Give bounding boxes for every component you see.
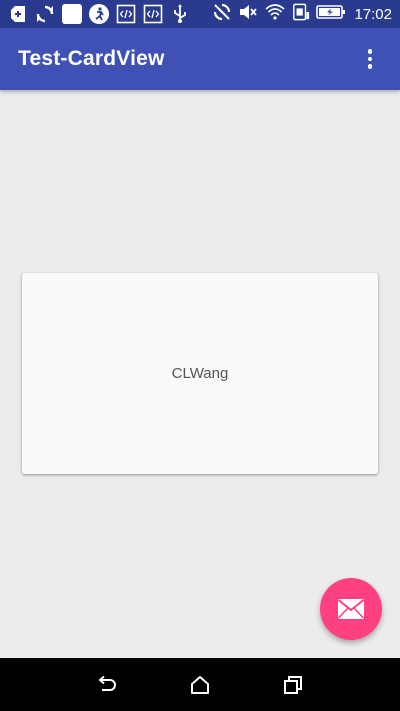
email-fab-button[interactable] [320,578,382,640]
home-button[interactable] [180,665,220,705]
recents-button[interactable] [273,665,313,705]
wifi-icon [264,2,286,27]
app-title: Test-CardView [18,47,165,70]
card-text: CLWang [171,365,229,382]
add-icon [8,4,28,24]
card-view: CLWang [22,273,378,474]
usb-icon [170,4,190,24]
status-icons [8,4,212,24]
status-right: 17:02 [212,2,392,27]
more-vert-icon[interactable] [358,44,382,74]
running-icon [89,4,109,24]
code-icon [116,4,136,24]
battery-charging-icon [316,2,346,27]
mute-icon [238,2,258,27]
back-icon [98,675,116,691]
sync-icon [35,4,55,24]
code-icon [143,4,163,24]
recents-icon [284,675,303,694]
nav-bar [0,658,400,711]
back-button[interactable] [87,665,127,705]
app-bar: Test-CardView [0,28,400,90]
sim-icon [292,2,310,27]
home-icon [190,675,209,694]
blank-square-icon [62,4,82,24]
sync-off-icon [212,2,232,27]
email-icon [337,599,365,619]
status-time: 17:02 [354,5,392,23]
status-bar: 17:02 [0,0,400,28]
